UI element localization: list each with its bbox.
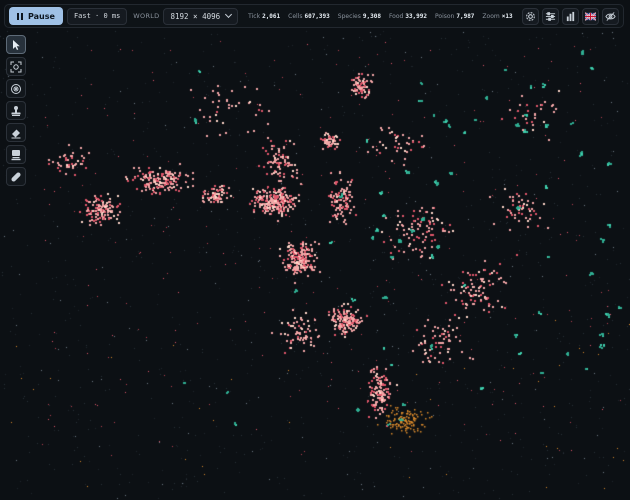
visibility-button[interactable]: [602, 7, 619, 25]
stats-readout: Tick 2,061 Cells 607,393 Species 9,308 Food…: [248, 13, 512, 20]
sliders-icon: [545, 11, 556, 21]
world-size-select[interactable]: 8192 × 4096: [163, 7, 239, 25]
stamp-tool[interactable]: [6, 101, 26, 120]
target-icon: [10, 61, 22, 72]
eraser-icon: [11, 129, 21, 138]
pill-tool[interactable]: [6, 167, 26, 186]
stat-cells: Cells 607,393: [288, 12, 330, 20]
filters-button[interactable]: [542, 7, 559, 25]
wall-tool[interactable]: [6, 145, 26, 164]
language-button[interactable]: [582, 7, 599, 25]
stat-tick: Tick 2,061: [248, 12, 281, 20]
stamp-icon: [11, 105, 21, 116]
world-label: WORLD: [133, 12, 160, 20]
tool-palette: [6, 35, 28, 186]
top-toolbar: Pause Fast · 0 ms WORLD 8192 × 4096 Tick…: [4, 4, 624, 28]
select-tool[interactable]: [6, 35, 26, 54]
pause-label: Pause: [28, 11, 55, 21]
organism-icon: [11, 83, 21, 94]
pause-button[interactable]: Pause: [9, 7, 63, 25]
eye-hide-icon: [605, 11, 616, 21]
stat-food: Food 33,992: [388, 12, 428, 20]
world-size-value: 8192 × 4096: [170, 11, 221, 21]
focus-tool[interactable]: [6, 57, 26, 76]
wall-icon: [11, 149, 21, 160]
pause-icon: [17, 12, 23, 20]
stats-button[interactable]: [562, 7, 579, 25]
chevron-down-icon: [225, 10, 233, 19]
stat-zoom: Zoom ×13: [482, 12, 513, 20]
settings-button[interactable]: [522, 7, 539, 25]
world-canvas[interactable]: [0, 0, 630, 500]
right-icon-group: [522, 7, 619, 25]
settings-icon: [526, 11, 535, 21]
eraser-tool[interactable]: [6, 123, 26, 142]
stat-species: Species 9,308: [337, 12, 381, 20]
stat-poison: Poison 7,987: [435, 12, 475, 20]
speed-selector[interactable]: Fast · 0 ms: [66, 7, 128, 25]
spawn-tool[interactable]: [6, 79, 26, 98]
uk-flag-icon: [585, 11, 596, 21]
bar-chart-icon: [566, 11, 575, 21]
cursor-icon: [13, 39, 20, 50]
pill-icon: [11, 171, 21, 182]
